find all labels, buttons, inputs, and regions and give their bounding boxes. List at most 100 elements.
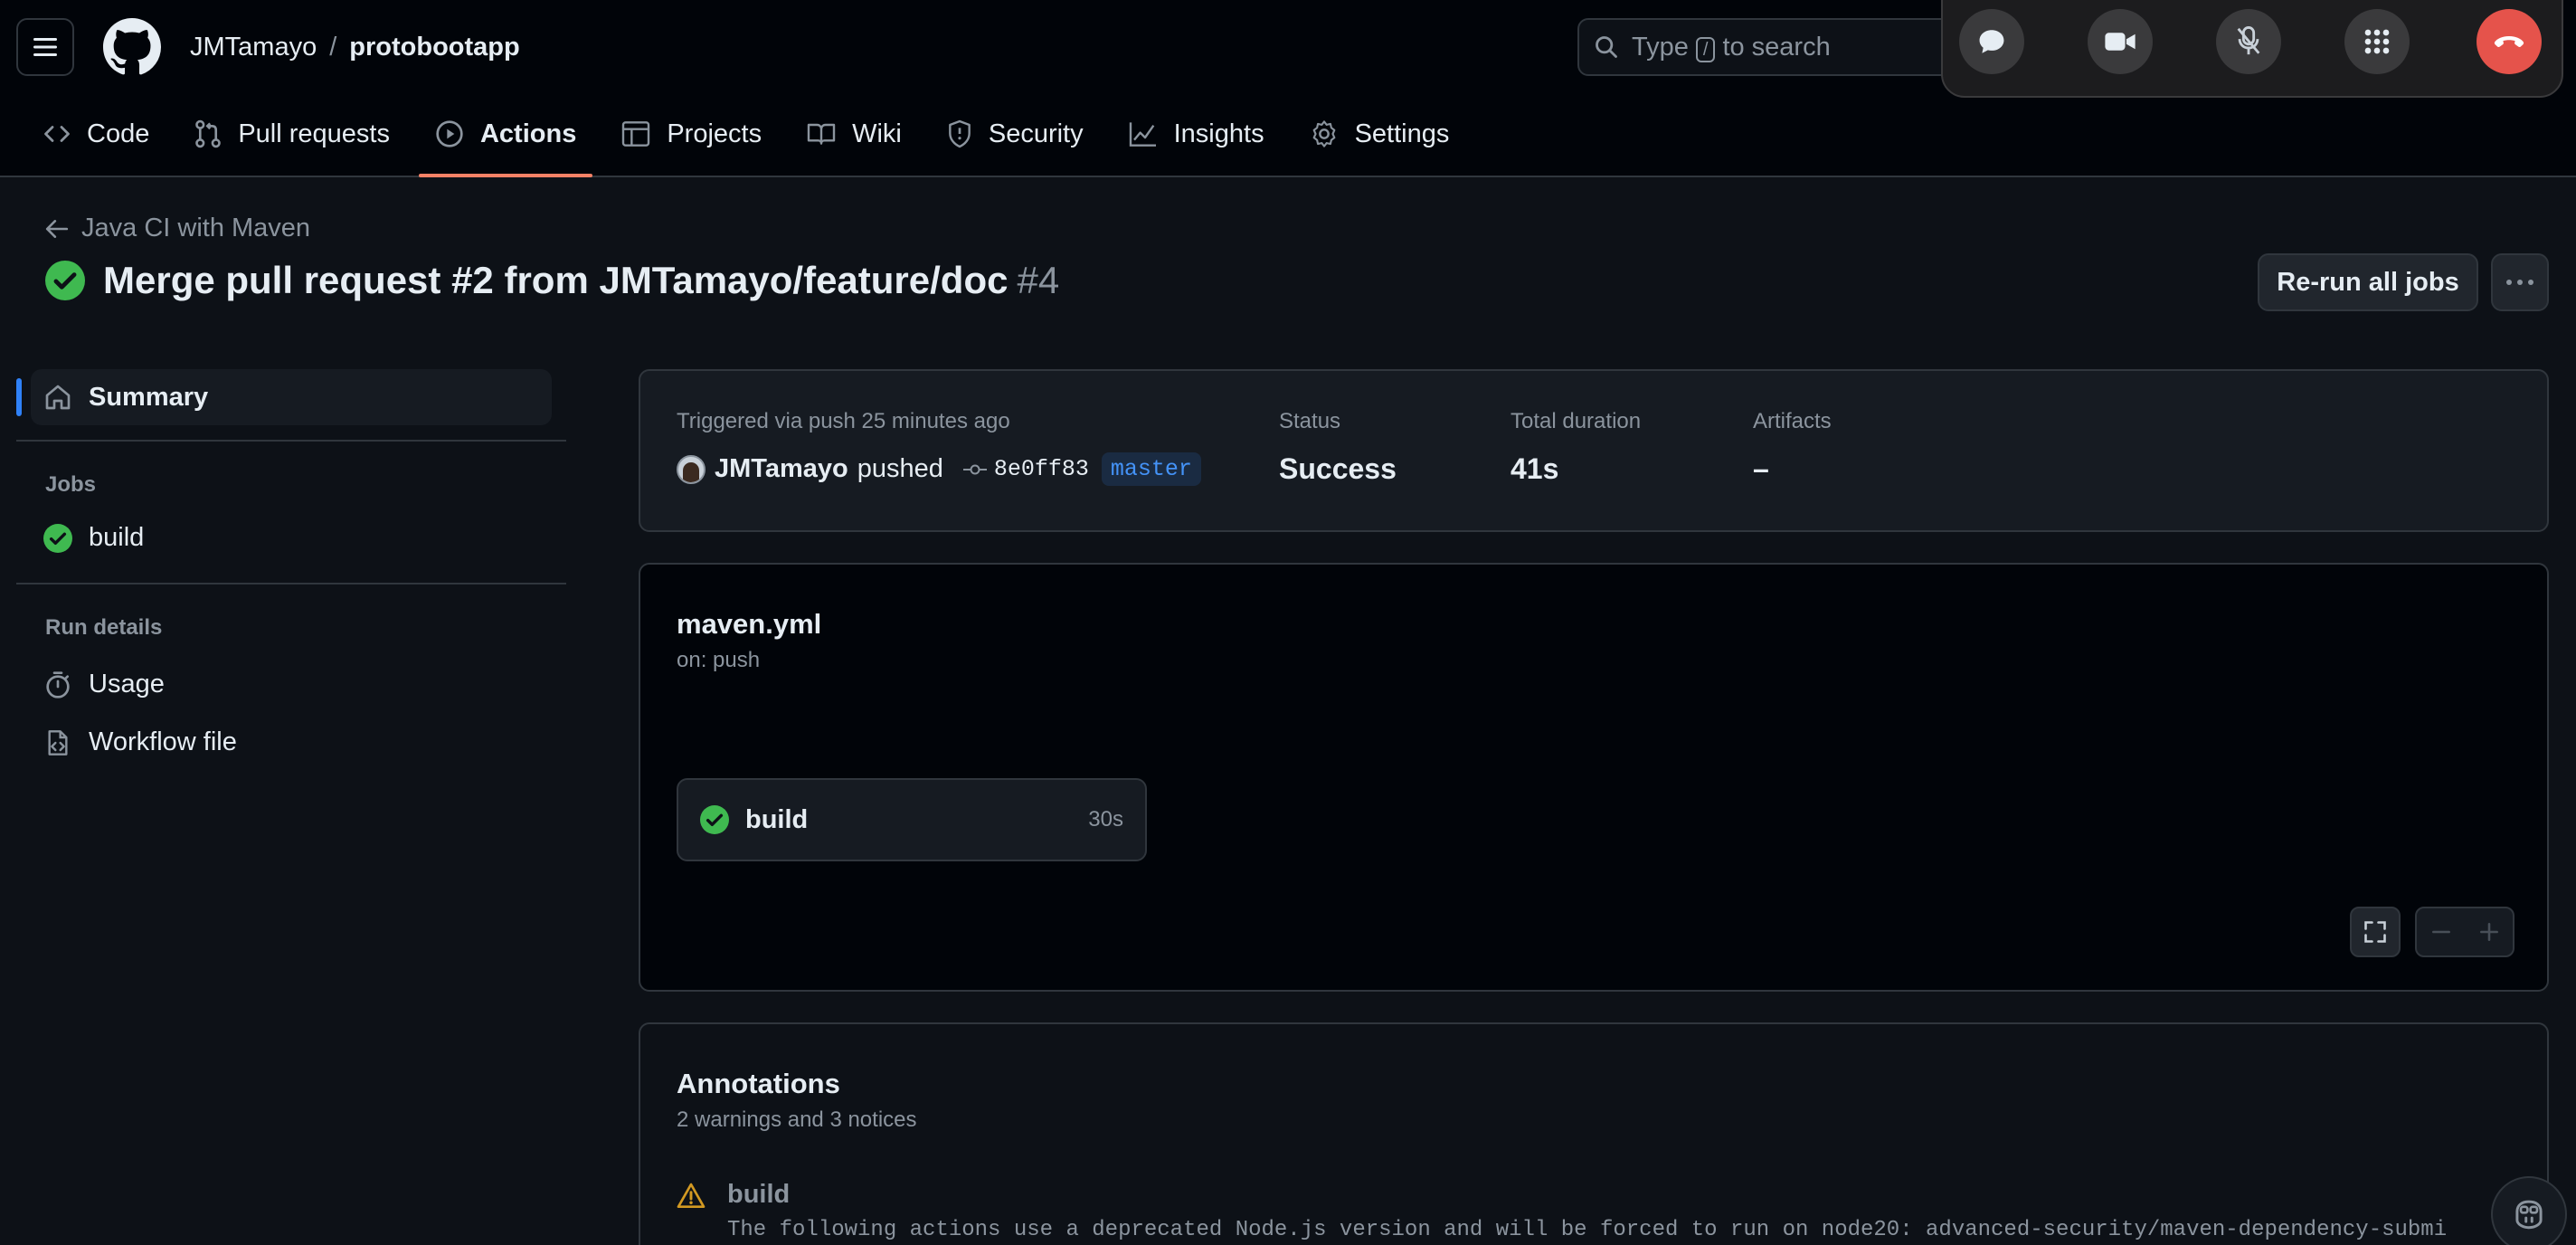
- copilot-button[interactable]: [2491, 1176, 2567, 1245]
- gear-icon: [1312, 120, 1335, 147]
- avatar[interactable]: [677, 454, 706, 484]
- tab-projects[interactable]: Projects: [605, 107, 778, 161]
- artifacts-label: Artifacts: [1753, 409, 1832, 433]
- repo-link[interactable]: protobootapp: [349, 33, 519, 62]
- sidebar-item-workflow-file[interactable]: Workflow file: [43, 727, 237, 757]
- kebab-horizontal-icon: [2506, 280, 2533, 285]
- github-logo-icon[interactable]: [103, 18, 161, 76]
- status-label: Status: [1279, 409, 1341, 433]
- tab-code[interactable]: Code: [27, 107, 166, 161]
- workflow-trigger: on: push: [677, 648, 761, 672]
- annotations-title: Annotations: [677, 1068, 840, 1099]
- annotations-summary: 2 warnings and 3 notices: [677, 1107, 917, 1132]
- annotation-message: The following actions use a deprecated N…: [727, 1218, 2448, 1242]
- sidebar-divider: [16, 440, 566, 442]
- tab-label: Insights: [1173, 119, 1264, 148]
- tab-actions[interactable]: Actions: [418, 107, 593, 177]
- run-title: Merge pull request #2 from JMTamayo/feat…: [103, 259, 1009, 301]
- annotation-job-link[interactable]: build: [727, 1180, 790, 1210]
- check-circle-icon: [43, 523, 72, 553]
- owner-link[interactable]: JMTamayo: [190, 33, 317, 62]
- check-circle-icon: [45, 261, 85, 300]
- sidebar-item-build[interactable]: build: [43, 523, 144, 553]
- zoom-in-icon[interactable]: [2477, 920, 2501, 944]
- page-title: Merge pull request #2 from JMTamayo/feat…: [103, 259, 1059, 302]
- tab-settings[interactable]: Settings: [1293, 107, 1466, 161]
- mute-button[interactable]: [2216, 9, 2281, 74]
- annotations-panel: Annotations 2 warnings and 3 notices bui…: [639, 1022, 2549, 1245]
- tab-label: Code: [87, 119, 150, 148]
- tab-label: Wiki: [852, 119, 902, 148]
- sidebar-divider: [16, 583, 566, 584]
- arrow-left-icon: [45, 219, 69, 238]
- search-shortcut-key: /: [1695, 36, 1716, 62]
- check-circle-icon: [700, 805, 729, 834]
- branch-label[interactable]: master: [1101, 452, 1201, 486]
- sidebar-jobs-heading: Jobs: [45, 472, 97, 497]
- table-icon: [622, 121, 650, 147]
- fullscreen-icon: [2364, 921, 2386, 943]
- zoom-out-icon[interactable]: [2429, 920, 2453, 944]
- sidebar-item-label: Workflow file: [89, 727, 237, 756]
- status-value: Success: [1279, 452, 1397, 485]
- push-info: JMTamayo pushed 8e0ff83 master: [677, 452, 1201, 486]
- run-title-row: Merge pull request #2 from JMTamayo/feat…: [45, 259, 1059, 302]
- commit-sha: 8e0ff83: [993, 456, 1089, 482]
- sidebar-item-usage[interactable]: Usage: [43, 670, 165, 699]
- tab-insights[interactable]: Insights: [1113, 107, 1281, 161]
- job-card-build[interactable]: build 30s: [677, 778, 1147, 861]
- path-separator: /: [329, 32, 337, 62]
- sidebar-item-summary[interactable]: Summary: [16, 369, 552, 425]
- play-icon: [436, 120, 463, 147]
- actor-link[interactable]: JMTamayo: [715, 454, 848, 484]
- video-button[interactable]: [2088, 9, 2153, 74]
- home-icon: [45, 385, 71, 410]
- more-actions-button[interactable]: [2491, 253, 2549, 311]
- workflow-file-name: maven.yml: [677, 608, 822, 640]
- duration-label: Total duration: [1511, 409, 1642, 433]
- tab-security[interactable]: Security: [931, 107, 1100, 161]
- chat-button[interactable]: [1959, 9, 2024, 74]
- hamburger-icon: [33, 38, 57, 56]
- book-icon: [807, 123, 836, 145]
- tab-label: Actions: [479, 119, 577, 148]
- graph-icon: [1129, 122, 1156, 147]
- tab-label: Security: [988, 119, 1084, 148]
- run-summary-panel: Triggered via push 25 minutes ago JMTama…: [639, 369, 2549, 532]
- search-input[interactable]: Type / to search: [1577, 18, 1957, 76]
- workflow-name: Java CI with Maven: [81, 214, 311, 242]
- code-icon: [44, 126, 70, 142]
- fullscreen-button[interactable]: [2350, 907, 2401, 957]
- commit-sha-link[interactable]: 8e0ff83: [962, 456, 1089, 482]
- warning-icon: [677, 1183, 706, 1208]
- run-number: #4: [1017, 259, 1060, 301]
- search-placeholder: Type / to search: [1632, 32, 1831, 62]
- video-camera-icon: [2105, 33, 2136, 51]
- tab-label: Settings: [1354, 119, 1450, 148]
- repo-context: JMTamayo / protobootapp: [190, 27, 520, 67]
- end-call-icon: [2494, 36, 2524, 47]
- tab-wiki[interactable]: Wiki: [791, 107, 918, 161]
- push-action: pushed: [857, 454, 943, 483]
- end-call-button[interactable]: [2477, 9, 2542, 74]
- pull-request-icon: [195, 119, 222, 148]
- menu-button[interactable]: [16, 18, 74, 76]
- sidebar-item-label: build: [89, 523, 145, 552]
- search-icon: [1596, 36, 1617, 58]
- rerun-all-jobs-button[interactable]: Re-run all jobs: [2258, 253, 2478, 311]
- copilot-icon: [2515, 1200, 2543, 1230]
- chat-bubble-icon: [1979, 30, 2004, 53]
- stopwatch-icon: [46, 670, 70, 699]
- tab-label: Pull requests: [238, 119, 390, 148]
- app-header: JMTamayo / protobootapp Type/to search: [0, 0, 2576, 177]
- artifacts-value: –: [1753, 452, 1769, 485]
- tab-label: Projects: [667, 119, 762, 148]
- shield-icon: [948, 119, 971, 148]
- keypad-button[interactable]: [2344, 9, 2410, 74]
- workflow-back-link[interactable]: Java CI with Maven: [45, 214, 310, 243]
- sidebar-item-label: Summary: [89, 382, 209, 412]
- keypad-icon: [2364, 29, 2390, 54]
- job-name: build: [745, 804, 809, 834]
- sidebar-item-label: Usage: [89, 670, 165, 699]
- tab-pull-requests[interactable]: Pull requests: [178, 107, 406, 161]
